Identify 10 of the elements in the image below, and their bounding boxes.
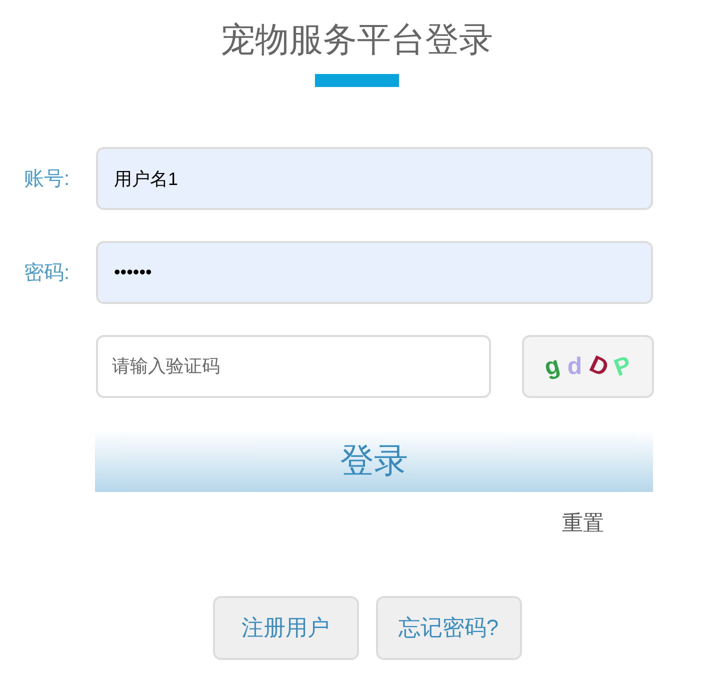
input-field[interactable]: •••••• [96, 241, 653, 304]
input-field[interactable]: 用户名1 [96, 147, 653, 210]
page-title: 宠物服务平台登录 [221, 20, 493, 61]
captcha-image[interactable]: g d D P [522, 335, 654, 398]
field-label: 密码: [23, 260, 71, 286]
captcha-field[interactable]: 请输入验证码 [96, 335, 491, 398]
captcha-char: g [540, 350, 564, 383]
field-label: 账号: [23, 166, 71, 192]
captcha-char: d [567, 352, 582, 382]
reset-link[interactable]: 重置 [562, 508, 604, 540]
